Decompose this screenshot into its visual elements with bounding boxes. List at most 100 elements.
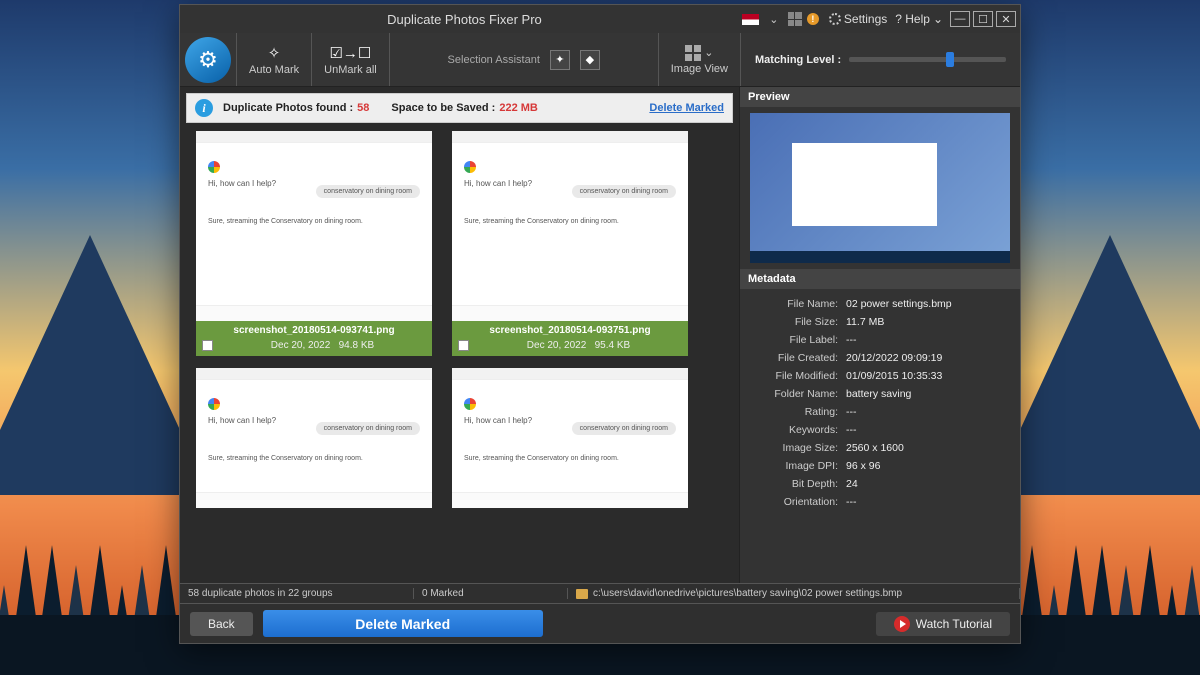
metadata-row: File Modified: 01/09/2015 10:35:33 xyxy=(750,367,1010,385)
metadata-heading: Metadata xyxy=(740,269,1020,289)
preview-area xyxy=(740,107,1020,269)
titlebar: Duplicate Photos Fixer Pro ⌄ ! Settings … xyxy=(180,5,1020,33)
metadata-value: 11.7 MB xyxy=(846,316,884,328)
thumbnail-checkbox[interactable] xyxy=(202,340,213,351)
metadata-value: 20/12/2022 09:09:19 xyxy=(846,352,942,364)
metadata-value: 96 x 96 xyxy=(846,460,880,472)
info-bar: i Duplicate Photos found : 58 Space to b… xyxy=(186,93,733,123)
bg-mountain xyxy=(990,235,1200,495)
language-flag[interactable] xyxy=(741,9,763,29)
metadata-key: Keywords: xyxy=(750,424,838,436)
thumbnail-filename: screenshot_20180514-093751.png xyxy=(452,321,688,338)
delete-marked-link[interactable]: Delete Marked xyxy=(649,102,724,114)
folder-icon xyxy=(576,589,588,599)
language-chevron-icon[interactable]: ⌄ xyxy=(763,9,785,29)
metadata-key: File Modified: xyxy=(750,370,838,382)
metadata-row: Bit Depth: 24 xyxy=(750,475,1010,493)
logo-icon: ⚙ xyxy=(198,47,218,73)
settings-button[interactable]: Settings xyxy=(825,12,891,26)
metadata-key: File Size: xyxy=(750,316,838,328)
duplicate-group: Hi, how can I help?conservatory on dinin… xyxy=(186,368,733,508)
matching-level: Matching Level : xyxy=(740,33,1020,86)
thumbnail-image[interactable]: Hi, how can I help?conservatory on dinin… xyxy=(452,368,688,508)
back-button[interactable]: Back xyxy=(190,612,253,636)
select-tool-2-button[interactable]: ◆ xyxy=(580,50,600,70)
metadata-row: File Created: 20/12/2022 09:09:19 xyxy=(750,349,1010,367)
gear-icon xyxy=(829,13,841,25)
metadata-value: 02 power settings.bmp xyxy=(846,298,952,310)
thumbnails-scroll[interactable]: Hi, how can I help?conservatory on dinin… xyxy=(180,127,739,583)
thumbnail-card[interactable]: Hi, how can I help?conservatory on dinin… xyxy=(196,368,432,508)
help-button[interactable]: ? Help⌄ xyxy=(891,12,947,26)
metadata-key: Image Size: xyxy=(750,442,838,454)
select-tool-1-button[interactable]: ✦ xyxy=(550,50,570,70)
chevron-down-icon: ⌄ xyxy=(933,12,943,26)
maximize-button[interactable]: ☐ xyxy=(973,11,993,27)
delete-marked-button[interactable]: Delete Marked xyxy=(263,610,543,637)
selection-assistant: Selection Assistant ✦ ◆ xyxy=(389,33,658,86)
metadata-value: --- xyxy=(846,334,857,346)
minimize-button[interactable]: — xyxy=(950,11,970,27)
metadata-row: Orientation: --- xyxy=(750,493,1010,511)
metadata-key: File Name: xyxy=(750,298,838,310)
metadata-value: 24 xyxy=(846,478,858,490)
preview-heading: Preview xyxy=(740,87,1020,107)
matching-level-slider[interactable] xyxy=(849,57,1006,62)
grid-icon xyxy=(685,45,701,61)
thumbnail-image[interactable]: Hi, how can I help?conservatory on dinin… xyxy=(196,131,432,321)
metadata-key: Orientation: xyxy=(750,496,838,508)
play-icon xyxy=(894,616,910,632)
found-count: 58 xyxy=(357,102,369,114)
chevron-down-icon: ⌄ xyxy=(704,46,713,59)
info-icon: i xyxy=(195,99,213,117)
close-button[interactable]: ✕ xyxy=(996,11,1016,27)
preview-image[interactable] xyxy=(750,113,1010,263)
metadata-key: File Label: xyxy=(750,334,838,346)
alert-badge-icon[interactable]: ! xyxy=(807,13,819,25)
results-pane: i Duplicate Photos found : 58 Space to b… xyxy=(180,87,739,583)
metadata-row: File Size: 11.7 MB xyxy=(750,313,1010,331)
metadata-key: Bit Depth: xyxy=(750,478,838,490)
status-path: c:\users\david\onedrive\pictures\battery… xyxy=(568,588,1020,599)
metadata-value: 2560 x 1600 xyxy=(846,442,904,454)
thumbnail-image[interactable]: Hi, how can I help?conservatory on dinin… xyxy=(196,368,432,508)
status-summary: 58 duplicate photos in 22 groups xyxy=(180,588,414,599)
metadata-key: Image DPI: xyxy=(750,460,838,472)
thumbnail-card[interactable]: Hi, how can I help?conservatory on dinin… xyxy=(452,131,688,356)
metadata-key: File Created: xyxy=(750,352,838,364)
thumbnail-card[interactable]: Hi, how can I help?conservatory on dinin… xyxy=(196,131,432,356)
auto-mark-button[interactable]: ✧Auto Mark xyxy=(236,33,311,86)
wand-icon: ✧ xyxy=(268,44,281,62)
metadata-row: Image Size: 2560 x 1600 xyxy=(750,439,1010,457)
app-logo: ⚙ xyxy=(180,33,236,86)
metadata-value: 01/09/2015 10:35:33 xyxy=(846,370,942,382)
metadata-key: Folder Name: xyxy=(750,388,838,400)
window-title: Duplicate Photos Fixer Pro xyxy=(188,12,741,27)
watch-tutorial-button[interactable]: Watch Tutorial xyxy=(876,612,1010,636)
metadata-row: Rating: --- xyxy=(750,403,1010,421)
metadata-key: Rating: xyxy=(750,406,838,418)
matching-level-label: Matching Level : xyxy=(755,54,841,66)
thumbnail-image[interactable]: Hi, how can I help?conservatory on dinin… xyxy=(452,131,688,321)
metadata-row: Image DPI: 96 x 96 xyxy=(750,457,1010,475)
space-label: Space to be Saved : xyxy=(391,102,495,114)
toolbar: ⚙ ✧Auto Mark ☑→☐UnMark all Selection Ass… xyxy=(180,33,1020,87)
metadata-value: battery saving xyxy=(846,388,911,400)
thumbnail-checkbox[interactable] xyxy=(458,340,469,351)
metadata-row: Folder Name: battery saving xyxy=(750,385,1010,403)
metadata-value: --- xyxy=(846,406,857,418)
found-label: Duplicate Photos found : xyxy=(223,102,353,114)
apps-grid-icon[interactable] xyxy=(785,9,807,29)
unmark-all-button[interactable]: ☑→☐UnMark all xyxy=(311,33,389,86)
duplicate-group: Hi, how can I help?conservatory on dinin… xyxy=(186,131,733,356)
metadata-row: Keywords:--- xyxy=(750,421,1010,439)
slider-thumb[interactable] xyxy=(946,52,954,67)
thumbnail-card[interactable]: Hi, how can I help?conservatory on dinin… xyxy=(452,368,688,508)
image-view-button[interactable]: ⌄Image View xyxy=(658,33,740,86)
metadata-list: File Name: 02 power settings.bmp File Size… xyxy=(740,289,1020,583)
space-value: 222 MB xyxy=(499,102,538,114)
metadata-value: --- xyxy=(846,496,857,508)
selection-assistant-label: Selection Assistant xyxy=(448,54,540,66)
side-panel: Preview Metadata File Name: 02 power sett… xyxy=(739,87,1020,583)
thumbnail-filename: screenshot_20180514-093741.png xyxy=(196,321,432,338)
